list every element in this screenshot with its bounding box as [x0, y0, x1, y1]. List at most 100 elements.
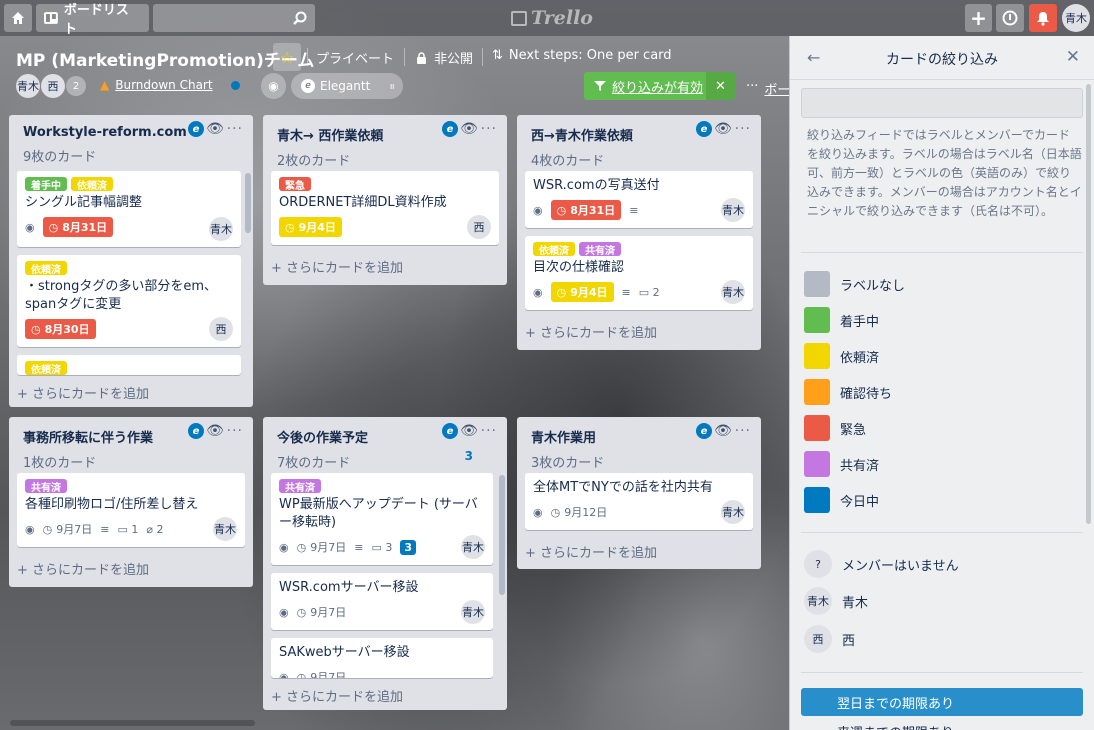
home-button[interactable]	[4, 4, 32, 32]
filter-label-item[interactable]: ラベルなし	[804, 271, 905, 297]
board-title[interactable]: MP (MarketingPromotion)チーム	[16, 46, 314, 71]
user-avatar[interactable]: 青木	[1062, 4, 1090, 32]
list-header[interactable]: 青木→ 西作業依頼 2枚のカード e 👁 ···	[263, 115, 507, 171]
card-member-avatar[interactable]: 西	[209, 317, 233, 341]
watch-icon[interactable]: 👁	[460, 423, 478, 439]
list-menu-button[interactable]: ···	[735, 121, 751, 137]
filter-active-button[interactable]: 絞り込みが有効 ✕	[584, 72, 735, 100]
header-divider	[482, 48, 483, 66]
filter-member-item[interactable]: 青木 青木	[804, 587, 868, 615]
add-card-button[interactable]: + さらにカードを追加	[263, 253, 507, 284]
card[interactable]: 共有済 各種印刷物ロゴ/住所差し替え ◉ ◷ 9月7日 ≡ ▭ 1 ⌀ 2 青木	[17, 473, 245, 547]
list-menu-button[interactable]: ···	[735, 423, 751, 439]
card-count: 1枚のカード	[23, 456, 97, 471]
card[interactable]: 依頼済 ・strongタグの多い部分をem、spanタグに変更 ◷ 8月30日 西	[17, 255, 241, 347]
list-menu-button[interactable]: ···	[481, 121, 497, 137]
card[interactable]: WSR.comの写真送付 ◉ ◷ 8月31日 ≡ 青木	[525, 171, 753, 228]
power-up-icon[interactable]	[231, 81, 240, 90]
card[interactable]: 共有済 WP最新版へアップデート (サーバー移転時) ◉ ◷ 9月7日 ≡ ▭ 3 3 青…	[271, 473, 493, 565]
watch-icon[interactable]: 👁	[206, 423, 224, 439]
watch-icon[interactable]: 👁	[714, 423, 732, 439]
card-member-avatar[interactable]: 青木	[209, 217, 233, 241]
filter-member-item[interactable]: 西西	[804, 625, 855, 653]
list-menu-button[interactable]: ···	[227, 423, 243, 439]
filter-label-item[interactable]: 依頼済	[804, 343, 879, 369]
card-member-avatar[interactable]: 青木	[721, 198, 745, 222]
filter-label-item[interactable]: 共有済	[804, 451, 879, 477]
add-card-button[interactable]: + さらにカードを追加	[517, 318, 761, 349]
add-card-button[interactable]: + さらにカードを追加	[9, 379, 253, 407]
member-avatar[interactable]: 西	[41, 74, 65, 98]
board-privacy[interactable]: 非公開	[416, 48, 473, 67]
list-scrollbar[interactable]	[499, 475, 505, 595]
search-input[interactable]	[153, 4, 315, 32]
elegantt-icon[interactable]: e	[442, 121, 458, 137]
trello-logo[interactable]: Trello	[511, 7, 593, 29]
elegantt-icon[interactable]: e	[188, 423, 204, 439]
card[interactable]: SAKwebサーバー移設 ◉ ◷ 9月7日	[271, 638, 493, 678]
list-scrollbar[interactable]	[245, 173, 251, 233]
filter-label-item[interactable]: 今日中	[804, 487, 879, 513]
board-horizontal-scrollbar[interactable]	[10, 720, 255, 726]
card[interactable]: 依頼済	[17, 355, 241, 376]
sidebar-scrollbar[interactable]	[1086, 84, 1091, 524]
card-member-avatar[interactable]: 青木	[721, 280, 745, 304]
list-menu-button[interactable]: ···	[481, 423, 497, 439]
card-member-avatar[interactable]: 青木	[461, 535, 485, 559]
elegantt-icon[interactable]: e	[696, 423, 712, 439]
clear-filter-button[interactable]: ✕	[706, 72, 735, 100]
comment-icon: ▭	[371, 540, 382, 554]
next-steps[interactable]: ⇅ Next steps: One per card	[492, 48, 672, 63]
list-header[interactable]: 西→青木作業依頼 4枚のカード e 👁 ···	[517, 115, 761, 171]
filter-label-item[interactable]: 着手中	[804, 307, 879, 333]
list-header[interactable]: 今後の作業予定 7枚のカード e 👁 ··· 3	[263, 417, 507, 473]
show-menu-link[interactable]: ··· ボー	[746, 79, 790, 98]
member-avatar: ?	[804, 550, 832, 578]
filter-label-item[interactable]: 緊急	[804, 415, 866, 441]
burndown-chart-link[interactable]: ▲ Burndown Chart	[100, 78, 213, 92]
filter-label-item[interactable]: 確認待ち	[804, 379, 892, 405]
member-avatar: 西	[804, 625, 832, 653]
elegantt-button[interactable]: e Elegantt ⏸	[291, 73, 403, 99]
close-icon[interactable]: ✕	[1066, 47, 1080, 67]
card-member-avatar[interactable]: 青木	[461, 600, 485, 624]
list-menu-button[interactable]: ···	[227, 121, 243, 137]
card[interactable]: 着手中 依頼済 シングル記事幅調整 ◉ ◷ 8月31日 青木	[17, 171, 241, 247]
add-card-button[interactable]: + さらにカードを追加	[263, 682, 507, 710]
add-card-button[interactable]: + さらにカードを追加	[9, 555, 253, 586]
member-count[interactable]: 2	[66, 76, 86, 96]
elegantt-icon[interactable]: e	[696, 121, 712, 137]
filter-search-input[interactable]	[801, 88, 1083, 118]
filter-member-item[interactable]: ? メンバーはいません	[804, 550, 959, 578]
member-avatar[interactable]: 青木	[16, 74, 40, 98]
star-button[interactable]: ☆	[273, 43, 301, 71]
card-member-avatar[interactable]: 西	[467, 215, 491, 239]
watch-icon[interactable]: 👁	[206, 121, 224, 137]
elegantt-icon[interactable]: e	[442, 423, 458, 439]
elegantt-icon[interactable]: e	[188, 121, 204, 137]
list-header[interactable]: 青木作業用 3枚のカード e 👁 ···	[517, 417, 761, 473]
board-visibility[interactable]: プライベート	[316, 48, 394, 67]
card-label: 共有済	[579, 242, 621, 257]
card-member-avatar[interactable]: 青木	[721, 500, 745, 524]
watch-icon[interactable]: 👁	[714, 121, 732, 137]
card[interactable]: 緊急 ORDERNET詳細DL資料作成 ◷ 9月4日 西	[271, 171, 499, 245]
boards-button[interactable]: ボードリスト	[36, 3, 149, 37]
list-header[interactable]: 事務所移転に伴う作業 1枚のカード e 👁 ···	[9, 417, 253, 473]
notifications-button[interactable]	[1029, 4, 1057, 32]
watch-icon[interactable]: 👁	[460, 121, 478, 137]
header-divider	[404, 48, 405, 66]
card-title: ORDERNET詳細DL資料作成	[279, 195, 447, 210]
filter-due-next-day[interactable]: 翌日までの期限あり	[801, 688, 1083, 716]
power-up-button[interactable]: ◉	[261, 73, 286, 99]
filter-due-next-week[interactable]: 来週までの期限あり	[837, 722, 954, 730]
list-header[interactable]: Workstyle-reform.com 9枚のカード e 👁 ···	[9, 115, 253, 171]
add-card-button[interactable]: + さらにカードを追加	[517, 538, 761, 569]
info-button[interactable]	[996, 4, 1024, 32]
card-member-avatar[interactable]: 青木	[213, 517, 237, 541]
card[interactable]: WSR.comサーバー移設 ◉ ◷ 9月7日 青木	[271, 573, 493, 630]
card[interactable]: 全体MTでNYでの話を社内共有 ◉ ◷ 9月12日 青木	[525, 473, 753, 530]
card[interactable]: 依頼済 共有済 目次の仕様確認 ◉ ◷ 9月4日 ≡ ▭ 2 青木	[525, 236, 753, 310]
create-button[interactable]: +	[965, 4, 992, 32]
filter-sidebar: ← カードの絞り込み ✕ 絞り込みフィードではラベルとメンバーでカードを絞り込み…	[789, 36, 1094, 730]
